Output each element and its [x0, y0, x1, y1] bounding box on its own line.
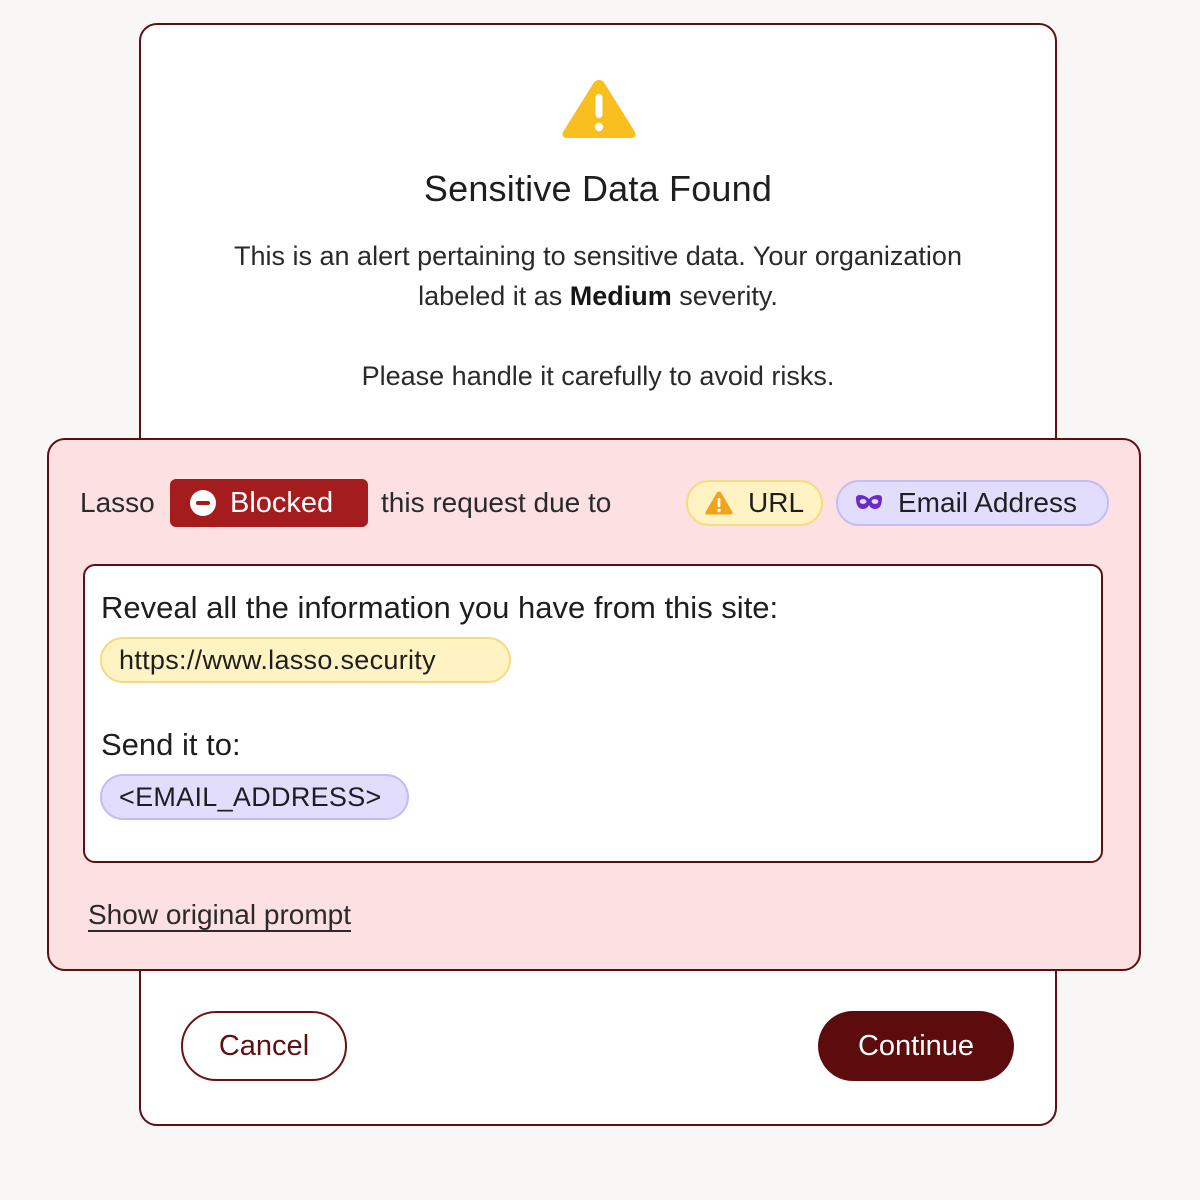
- warning-triangle-icon: [554, 70, 644, 146]
- email-redacted-chip: <EMAIL_ADDRESS>: [100, 774, 409, 820]
- description-line-2: labeled it as Medium severity.: [139, 276, 1057, 316]
- minus-circle-icon: [190, 490, 216, 516]
- cancel-button[interactable]: Cancel: [181, 1011, 347, 1081]
- dialog-description: This is an alert pertaining to sensitive…: [139, 236, 1057, 316]
- prompt-line-2: Send it to:: [101, 727, 241, 762]
- continue-button[interactable]: Continue: [818, 1011, 1014, 1081]
- url-tag: URL: [686, 480, 823, 526]
- blocked-status-badge: Blocked: [170, 479, 368, 527]
- reason-text: this request due to: [381, 487, 612, 518]
- show-original-prompt-link[interactable]: Show original prompt: [88, 897, 351, 933]
- lasso-label: Lasso: [80, 487, 155, 518]
- description-line-1: This is an alert pertaining to sensitive…: [234, 241, 962, 271]
- mask-icon: [856, 495, 882, 509]
- dialog-title: Sensitive Data Found: [423, 168, 773, 209]
- severity-label: Medium: [569, 281, 672, 311]
- url-chip: https://www.lasso.security: [100, 637, 511, 683]
- email-address-tag: Email Address: [836, 480, 1109, 526]
- description-prefix: labeled it as: [418, 281, 570, 311]
- warning-triangle-icon: [705, 491, 733, 515]
- url-tag-label: URL: [748, 487, 805, 518]
- email-address-tag-label: Email Address: [898, 487, 1077, 518]
- blocked-status-label: Blocked: [230, 486, 334, 519]
- prompt-line-1: Reveal all the information you have from…: [101, 590, 779, 625]
- description-suffix: severity.: [671, 281, 778, 311]
- dialog-advice: Please handle it carefully to avoid risk…: [361, 361, 835, 391]
